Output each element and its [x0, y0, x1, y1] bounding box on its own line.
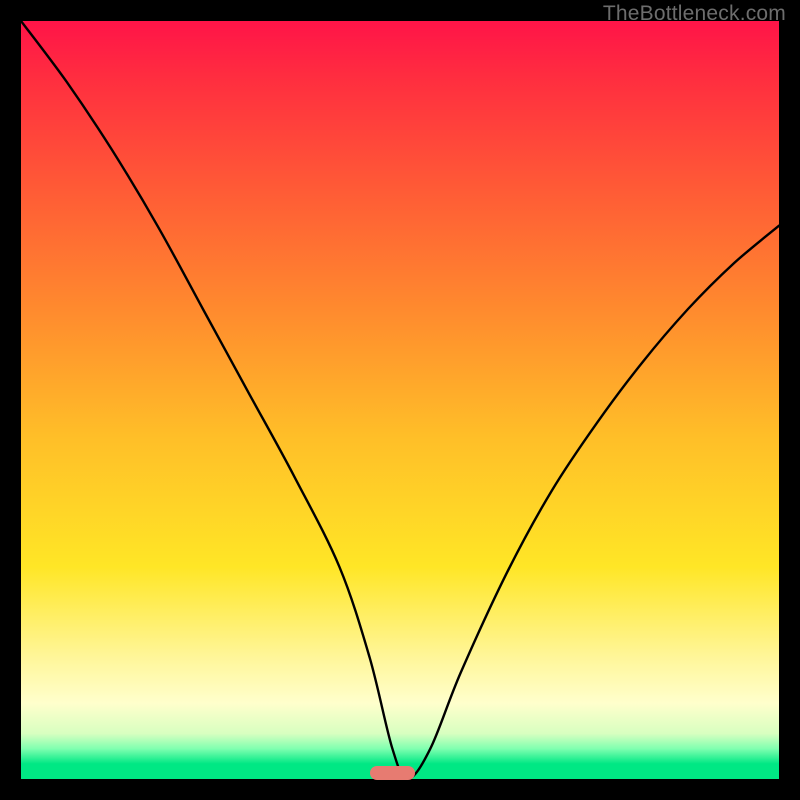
minimum-marker: [370, 766, 415, 780]
chart-container: TheBottleneck.com: [0, 0, 800, 800]
bottleneck-curve: [21, 21, 779, 779]
plot-area: [21, 21, 779, 779]
